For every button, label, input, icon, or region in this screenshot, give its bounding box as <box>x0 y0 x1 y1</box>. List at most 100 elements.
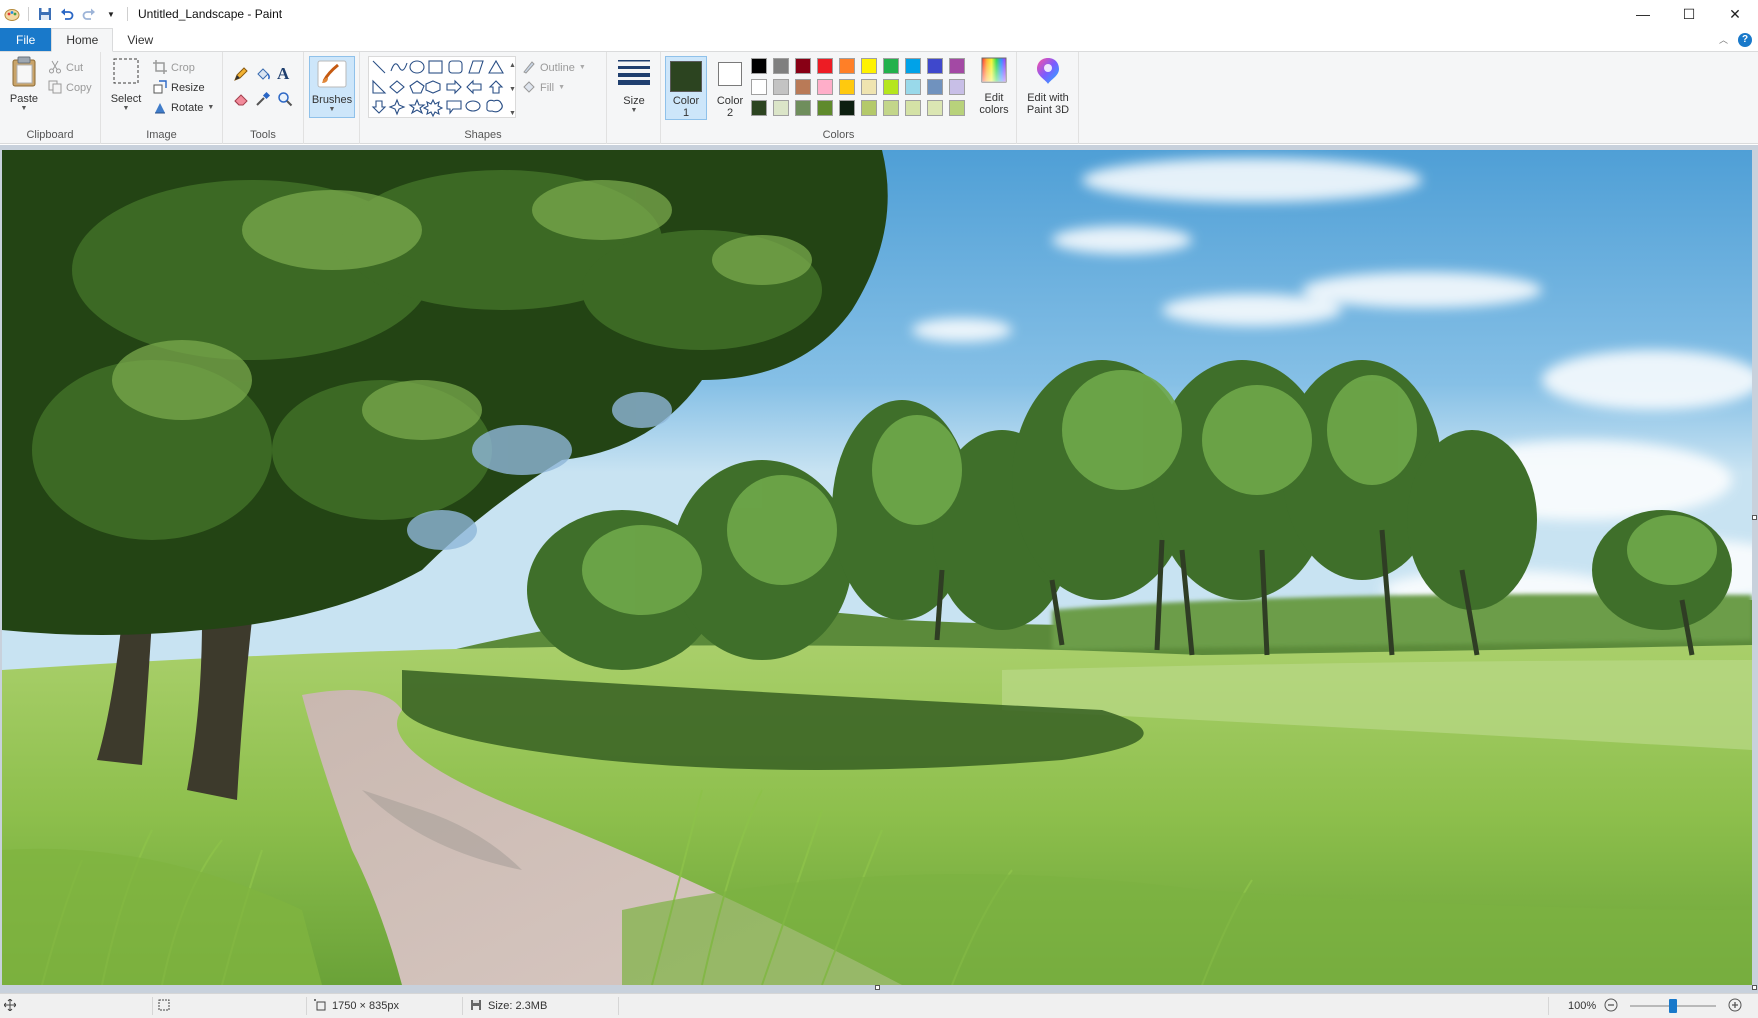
paint-app-icon[interactable] <box>4 6 20 22</box>
color1-swatch <box>670 61 702 92</box>
palette-swatch[interactable] <box>839 100 855 116</box>
maximize-button[interactable]: ☐ <box>1666 0 1712 28</box>
title-bar: ▼ Untitled_Landscape - Paint — ☐ ✕ <box>0 0 1758 28</box>
palette-swatch[interactable] <box>839 58 855 74</box>
outline-button[interactable]: Outline ▼ <box>522 58 586 78</box>
fill-button[interactable]: Fill ▼ <box>522 78 586 98</box>
color-palette <box>751 58 971 120</box>
zoom-in-icon <box>1728 998 1742 1015</box>
palette-swatch[interactable] <box>795 100 811 116</box>
resize-handle-bottom[interactable] <box>875 985 880 990</box>
outline-brush-icon <box>522 60 536 77</box>
customize-toolbar-icon[interactable]: ▼ <box>103 6 119 22</box>
drawing-canvas[interactable] <box>2 150 1752 985</box>
line-width-icon <box>617 58 651 89</box>
zoom-out-button[interactable] <box>1604 994 1618 1018</box>
palette-swatch[interactable] <box>861 79 877 95</box>
svg-text:▼: ▼ <box>509 86 516 93</box>
palette-swatch[interactable] <box>817 100 833 116</box>
palette-swatch[interactable] <box>905 79 921 95</box>
svg-text:▼: ▼ <box>509 110 516 117</box>
palette-swatch[interactable] <box>861 58 877 74</box>
palette-swatch[interactable] <box>949 79 965 95</box>
tools-group: A Tools <box>223 52 304 144</box>
resize-button[interactable]: Resize <box>153 78 214 98</box>
magnifier-icon[interactable] <box>277 91 299 110</box>
ribbon-tabs: File Home View ︿ ? <box>0 28 1758 52</box>
color-picker-icon[interactable] <box>255 91 277 110</box>
palette-swatch[interactable] <box>861 100 877 116</box>
palette-swatch[interactable] <box>927 79 943 95</box>
zoom-slider-thumb[interactable] <box>1669 999 1677 1013</box>
cursor-position <box>3 994 17 1018</box>
status-bar: 1750 × 835px Size: 2.3MB 100% <box>0 993 1758 1018</box>
palette-swatch[interactable] <box>927 100 943 116</box>
palette-swatch[interactable] <box>795 58 811 74</box>
text-tool-icon[interactable]: A <box>277 65 299 85</box>
cut-button[interactable]: Cut <box>48 58 92 78</box>
copy-button[interactable]: Copy <box>48 78 92 98</box>
eraser-icon[interactable] <box>233 91 255 110</box>
palette-swatch[interactable] <box>817 79 833 95</box>
brushes-button[interactable]: Brushes ▼ <box>309 56 355 118</box>
pencil-icon[interactable] <box>233 66 255 85</box>
close-button[interactable]: ✕ <box>1712 0 1758 28</box>
palette-swatch[interactable] <box>949 58 965 74</box>
redo-icon[interactable] <box>81 6 97 22</box>
palette-swatch[interactable] <box>773 79 789 95</box>
resize-handle-corner[interactable] <box>1752 985 1757 990</box>
zoom-level: 100% <box>1568 1000 1597 1012</box>
crop-button[interactable]: Crop <box>153 58 214 78</box>
help-icon[interactable]: ? <box>1738 32 1752 47</box>
colors-group: Color 1 Color 2 Edit colors Colors <box>661 52 1017 144</box>
resize-icon <box>153 79 167 97</box>
palette-swatch[interactable] <box>773 58 789 74</box>
minimize-button[interactable]: — <box>1620 0 1666 28</box>
color1-button[interactable]: Color 1 <box>665 56 707 120</box>
copy-icon <box>48 80 62 97</box>
palette-swatch[interactable] <box>883 100 899 116</box>
zoom-out-icon <box>1604 998 1618 1015</box>
fill-bucket-icon[interactable] <box>255 66 277 85</box>
palette-swatch[interactable] <box>817 58 833 74</box>
palette-swatch[interactable] <box>905 100 921 116</box>
palette-swatch[interactable] <box>773 100 789 116</box>
edit-with-paint3d-button[interactable]: Edit with Paint 3D <box>1020 56 1076 116</box>
tab-view[interactable]: View <box>113 28 167 51</box>
collapse-ribbon-icon[interactable]: ︿ <box>1719 33 1728 46</box>
edit-colors-button[interactable]: Edit colors <box>972 56 1016 116</box>
image-dimensions: 1750 × 835px <box>314 994 399 1018</box>
palette-swatch[interactable] <box>949 100 965 116</box>
tab-file[interactable]: File <box>0 28 52 51</box>
selection-size <box>158 994 170 1018</box>
colors-group-label: Colors <box>822 129 855 141</box>
save-icon[interactable] <box>37 6 53 22</box>
rotate-button[interactable]: Rotate ▼ <box>153 98 214 118</box>
resize-handle-right[interactable] <box>1752 515 1757 520</box>
window-title: Untitled_Landscape - Paint <box>138 7 283 21</box>
palette-swatch[interactable] <box>795 79 811 95</box>
zoom-in-button[interactable] <box>1728 994 1742 1018</box>
tab-home[interactable]: Home <box>51 28 114 52</box>
select-button[interactable]: Select ▼ <box>109 56 143 113</box>
palette-swatch[interactable] <box>883 58 899 74</box>
palette-swatch[interactable] <box>927 58 943 74</box>
tools-group-label: Tools <box>250 129 276 141</box>
size-button[interactable]: Size ▼ <box>613 58 655 115</box>
palette-swatch[interactable] <box>751 79 767 95</box>
divider <box>127 7 128 21</box>
color2-button[interactable]: Color 2 <box>711 56 749 120</box>
palette-swatch[interactable] <box>751 58 767 74</box>
palette-swatch[interactable] <box>751 100 767 116</box>
shapes-gallery-icons[interactable]: ▲ ▼ ▼ <box>369 57 517 119</box>
undo-icon[interactable] <box>59 6 75 22</box>
image-group: Select ▼ Crop Resize Rotate ▼ Image <box>101 52 223 144</box>
palette-swatch[interactable] <box>905 58 921 74</box>
clipboard-group-label: Clipboard <box>26 129 74 141</box>
quick-access-toolbar: ▼ <box>0 6 130 22</box>
shapes-gallery: ▲ ▼ ▼ <box>368 56 516 118</box>
palette-swatch[interactable] <box>883 79 899 95</box>
brushes-group: Brushes ▼ <box>304 52 360 144</box>
paste-button[interactable]: Paste ▼ <box>6 56 42 113</box>
palette-swatch[interactable] <box>839 79 855 95</box>
